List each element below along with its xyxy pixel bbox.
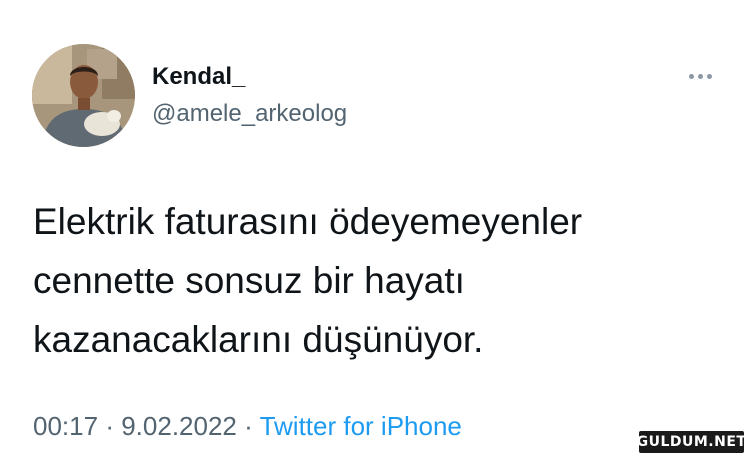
- more-options-icon[interactable]: [682, 64, 718, 88]
- author-handle[interactable]: @amele_arkeolog: [152, 99, 347, 129]
- more-dot: [706, 73, 712, 79]
- tweet-time[interactable]: 00:17: [33, 411, 98, 441]
- more-dot: [688, 73, 694, 79]
- meta-separator: ·: [105, 411, 114, 441]
- watermark-logo: GULDUM.NET: [636, 431, 747, 453]
- tweet-screenshot: Kendal_ @amele_arkeolog Elektrik faturas…: [0, 0, 750, 457]
- tweet-text: Elektrik faturasını ödeyemeyenler cennet…: [33, 201, 583, 360]
- tweet-date[interactable]: 9.02.2022: [121, 411, 237, 441]
- more-dot: [697, 73, 703, 79]
- tweet-source-link[interactable]: Twitter for iPhone: [260, 411, 462, 441]
- avatar[interactable]: [32, 44, 135, 147]
- meta-separator: ·: [244, 411, 253, 441]
- avatar-photo: [32, 44, 135, 147]
- tweet-meta: 00:17 · 9.02.2022 · Twitter for iPhone: [33, 408, 462, 444]
- watermark-text: GULDUM.NET: [636, 434, 747, 450]
- author-display-name[interactable]: Kendal_: [152, 62, 245, 92]
